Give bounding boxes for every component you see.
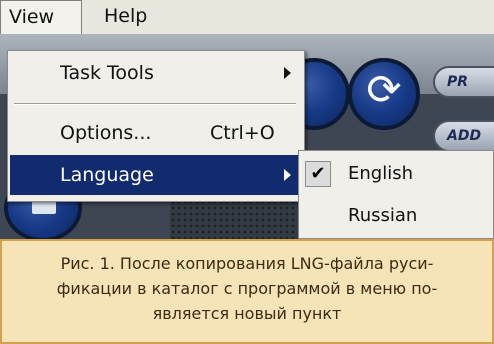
pill-button-1[interactable]: PR (433, 66, 494, 98)
caption-line-2: фикации в каталог с программой в меню по… (56, 279, 438, 298)
figure-caption: Рис. 1. После копирования LNG-файла руси… (0, 239, 494, 344)
caption-line-3: является новый пункт (152, 304, 342, 323)
view-dropdown-menu: Task Tools Options... Ctrl+O Language (7, 50, 305, 202)
caption-line-1: Рис. 1. После копирования LNG-файла руси… (60, 254, 434, 273)
pill-button-2[interactable]: ADD (433, 120, 494, 152)
menu-item-language[interactable]: Language (10, 155, 300, 195)
menu-separator (14, 103, 296, 105)
options-shortcut: Ctrl+O (210, 122, 275, 144)
menu-item-options[interactable]: Options... Ctrl+O (10, 113, 300, 153)
refresh-button[interactable]: ⟳ (348, 58, 420, 130)
submenu-arrow-icon (284, 169, 291, 181)
language-option-russian[interactable]: Russian (299, 197, 493, 235)
language-submenu: ✔ English Russian (298, 150, 494, 239)
options-label: Options... (60, 122, 152, 144)
russian-label: Russian (348, 205, 418, 226)
pill-button-2-label: ADD (447, 128, 482, 144)
menu-item-task-tools[interactable]: Task Tools (10, 53, 300, 93)
task-tools-label: Task Tools (60, 62, 154, 84)
english-label: English (348, 163, 413, 184)
refresh-icon: ⟳ (366, 65, 402, 114)
language-label: Language (60, 164, 154, 186)
pill-button-1-label: PR (447, 74, 469, 90)
language-option-english[interactable]: ✔ English (299, 155, 493, 193)
menu-view[interactable]: View (0, 0, 82, 34)
menu-help[interactable]: Help (96, 0, 155, 34)
submenu-arrow-icon (284, 67, 291, 79)
checkmark-icon: ✔ (305, 161, 331, 187)
menu-bar: View Help (0, 0, 494, 34)
